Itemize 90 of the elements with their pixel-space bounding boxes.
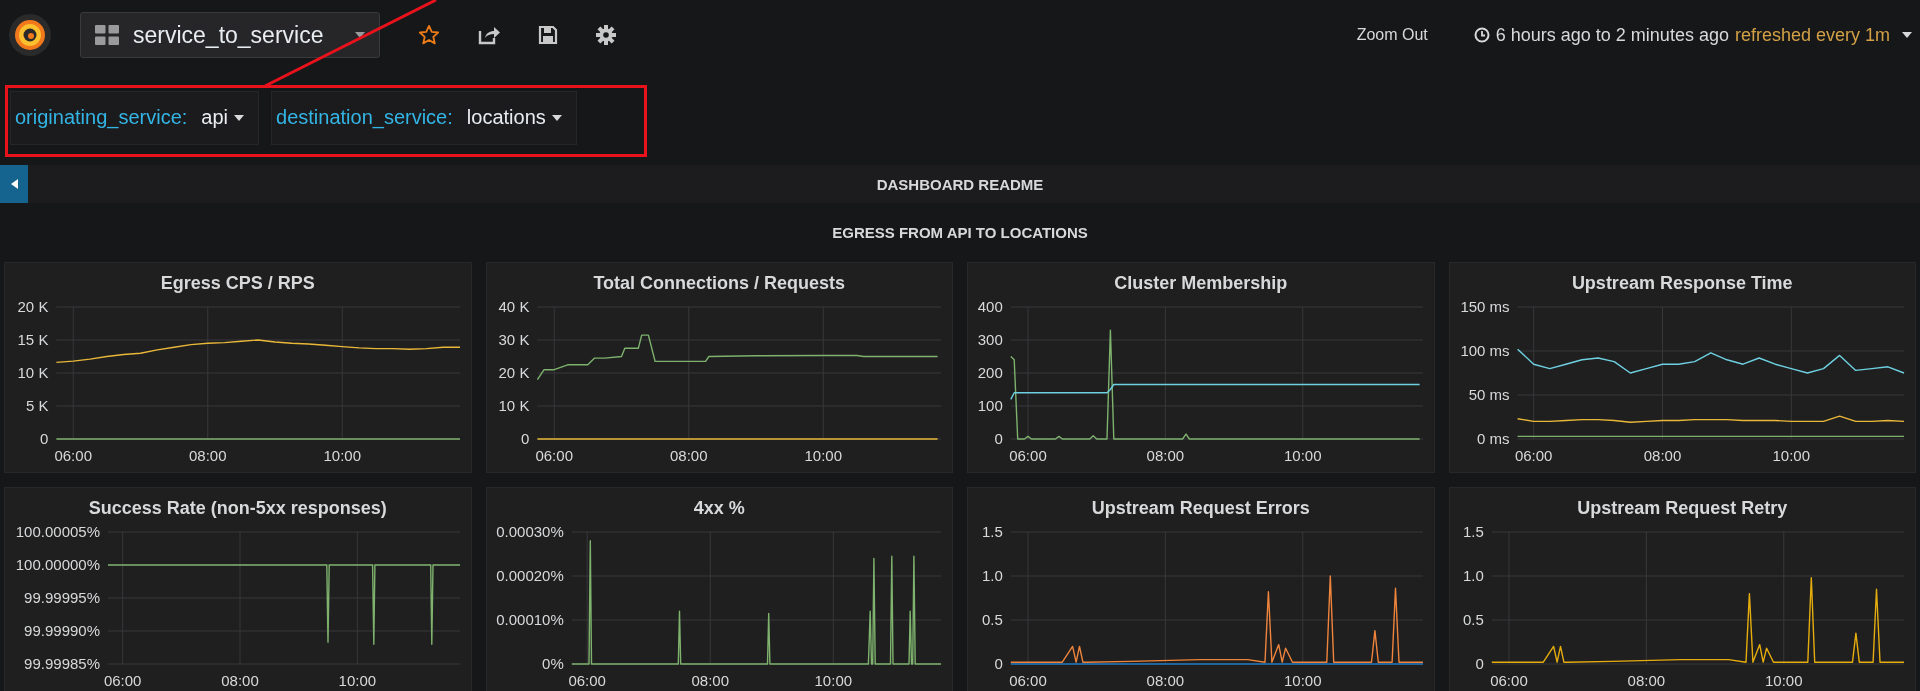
save-icon[interactable] <box>538 25 558 45</box>
x-tick-label: 10:00 <box>1765 672 1803 689</box>
x-tick-label: 10:00 <box>1283 447 1322 464</box>
y-tick-label: 15 K <box>17 331 49 348</box>
grid-icon <box>95 25 119 45</box>
x-tick-label: 08:00 <box>670 447 708 464</box>
x-tick-label: 08:00 <box>1644 447 1682 464</box>
x-tick-label: 06:00 <box>535 447 574 464</box>
y-tick-label: 0% <box>542 655 565 672</box>
variable-label: originating_service: <box>15 106 188 129</box>
y-tick-label: 40 K <box>498 299 530 315</box>
y-tick-label: 99.99985% <box>23 655 100 672</box>
y-tick-label: 0 ms <box>1477 430 1510 447</box>
y-tick-label: 0.00030% <box>496 524 565 540</box>
y-tick-label: 0 <box>521 430 530 447</box>
y-tick-label: 10 K <box>498 397 530 414</box>
x-tick-label: 10:00 <box>804 447 843 464</box>
panel-title[interactable]: Upstream Request Errors <box>1091 498 1310 524</box>
y-tick-label: 5 K <box>25 397 49 414</box>
caret-icon <box>234 114 245 121</box>
settings-icon[interactable] <box>596 25 616 45</box>
time-range-picker[interactable]: 6 hours ago to 2 minutes ago <box>1473 24 1729 46</box>
y-tick-label: 0.5 <box>1463 611 1485 628</box>
variable-dropdown[interactable]: locations <box>466 106 562 129</box>
x-tick-label: 06:00 <box>54 447 92 464</box>
y-tick-label: 100.00000% <box>15 556 100 573</box>
x-tick-label: 08:00 <box>221 672 259 689</box>
y-tick-label: 1.0 <box>981 567 1003 584</box>
y-tick-label: 99.99990% <box>23 622 100 639</box>
x-tick-label: 06:00 <box>1008 672 1047 689</box>
y-tick-label: 100 <box>977 397 1003 414</box>
x-tick-label: 06:00 <box>1515 447 1553 464</box>
clock-icon <box>1473 27 1490 43</box>
y-tick-label: 30 K <box>498 331 530 348</box>
panel-title[interactable]: 4xx % <box>693 498 745 524</box>
panel-title[interactable]: Cluster Membership <box>1114 273 1288 299</box>
x-tick-label: 06:00 <box>1490 672 1528 689</box>
x-tick-label: 10:00 <box>323 447 361 464</box>
x-tick-label: 08:00 <box>1146 447 1184 464</box>
panel-title[interactable]: Upstream Response Time <box>1571 273 1793 299</box>
y-tick-label: 0 <box>994 655 1003 672</box>
dashboard-picker[interactable]: service_to_service <box>80 12 380 58</box>
star-icon[interactable] <box>418 24 440 46</box>
x-tick-label: 10:00 <box>814 672 853 689</box>
x-tick-label: 06:00 <box>103 672 142 689</box>
y-tick-label: 100.00005% <box>15 524 100 540</box>
panel-title[interactable]: Upstream Request Retry <box>1577 498 1788 524</box>
caret-icon <box>355 32 365 38</box>
row-title: EGRESS FROM API TO LOCATIONS <box>832 224 1088 241</box>
y-tick-label: 1.5 <box>981 524 1003 540</box>
y-tick-label: 0.5 <box>981 611 1003 628</box>
panel-title[interactable]: Egress CPS / RPS <box>160 273 315 299</box>
y-tick-label: 1.5 <box>1463 524 1485 540</box>
row-title[interactable]: DASHBOARD README <box>28 175 1892 193</box>
share-icon[interactable] <box>478 25 500 45</box>
y-tick-label: 50 ms <box>1469 386 1510 403</box>
x-tick-label: 06:00 <box>568 672 607 689</box>
x-tick-label: 10:00 <box>1283 672 1322 689</box>
zoom-out-button[interactable]: Zoom Out <box>1350 25 1434 45</box>
y-tick-label: 100 ms <box>1460 342 1510 359</box>
x-tick-label: 08:00 <box>188 447 227 464</box>
x-tick-label: 10:00 <box>1772 447 1811 464</box>
y-tick-label: 400 <box>977 299 1003 315</box>
caret-icon <box>551 114 562 121</box>
y-tick-label: 99.99995% <box>23 589 100 606</box>
x-tick-label: 06:00 <box>1008 447 1047 464</box>
y-tick-label: 0 <box>1475 655 1485 672</box>
x-tick-label: 08:00 <box>1146 672 1184 689</box>
logo-icon[interactable] <box>8 13 52 57</box>
panel-title[interactable]: Total Connections / Requests <box>593 273 846 299</box>
y-tick-label: 0 <box>994 430 1003 447</box>
y-tick-label: 10 K <box>17 364 49 381</box>
refresh-interval[interactable]: refreshed every 1m <box>1734 24 1890 46</box>
y-tick-label: 150 ms <box>1460 299 1510 315</box>
y-tick-label: 0.00020% <box>496 567 565 584</box>
y-tick-label: 1.0 <box>1463 567 1485 584</box>
caret-icon <box>1902 32 1912 38</box>
panel-title[interactable]: Success Rate (non-5xx responses) <box>88 498 387 524</box>
y-tick-label: 300 <box>977 331 1003 348</box>
y-tick-label: 0.00010% <box>496 611 565 628</box>
x-tick-label: 08:00 <box>691 672 730 689</box>
variable-dropdown[interactable]: api <box>201 106 245 129</box>
variable-label: destination_service: <box>276 106 453 129</box>
y-tick-label: 20 K <box>17 299 49 315</box>
y-tick-label: 0 <box>39 430 49 447</box>
y-tick-label: 20 K <box>498 364 530 381</box>
x-tick-label: 10:00 <box>338 672 376 689</box>
y-tick-label: 200 <box>977 364 1003 381</box>
collapse-icon[interactable] <box>0 165 28 203</box>
x-tick-label: 08:00 <box>1627 672 1666 689</box>
